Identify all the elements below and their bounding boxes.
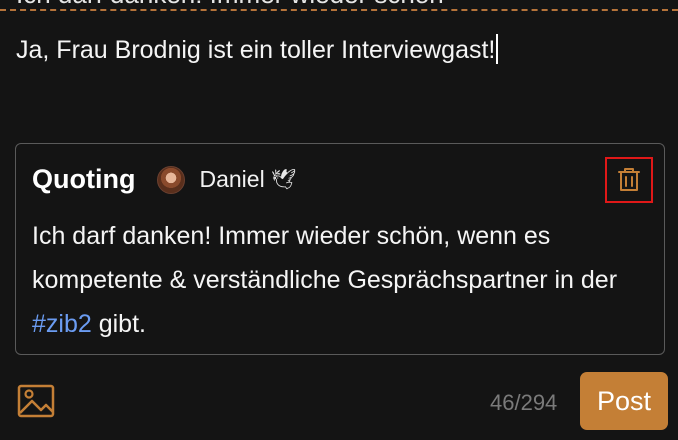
image-icon [17,384,55,418]
dove-icon: 🕊 [270,169,297,191]
hashtag-link[interactable]: #zib2 [32,310,92,338]
remove-quote-button[interactable] [605,157,653,203]
compose-text: Ja, Frau Brodnig ist ein toller Intervie… [16,36,496,64]
character-counter: 46/294 [490,390,558,415]
author-name: Daniel [199,166,265,192]
quoted-post-card: Quoting Daniel 🕊 Ich darf danken! Immer … [15,143,665,355]
dashed-separator [0,9,678,11]
text-cursor [496,34,499,64]
author-avatar [157,165,186,194]
quoted-text-end: gibt. [91,310,146,338]
quote-post-composer: Ich darf danken! Immer wieder schön Ja, … [0,0,678,440]
quoting-label: Quoting [32,164,136,194]
quoted-text: Ich darf danken! Immer wieder schön, wen… [32,214,657,346]
add-image-button[interactable] [17,384,55,418]
quoted-text-start: Ich darf danken! Immer wieder schön, wen… [32,222,618,294]
compose-text-area[interactable]: Ja, Frau Brodnig ist ein toller Intervie… [16,34,499,66]
quote-header: Quoting Daniel 🕊 [32,164,296,195]
previous-post-line: Ich darf danken! Immer wieder schön [0,0,678,12]
trash-icon [618,168,640,191]
post-button[interactable]: Post [580,372,668,430]
